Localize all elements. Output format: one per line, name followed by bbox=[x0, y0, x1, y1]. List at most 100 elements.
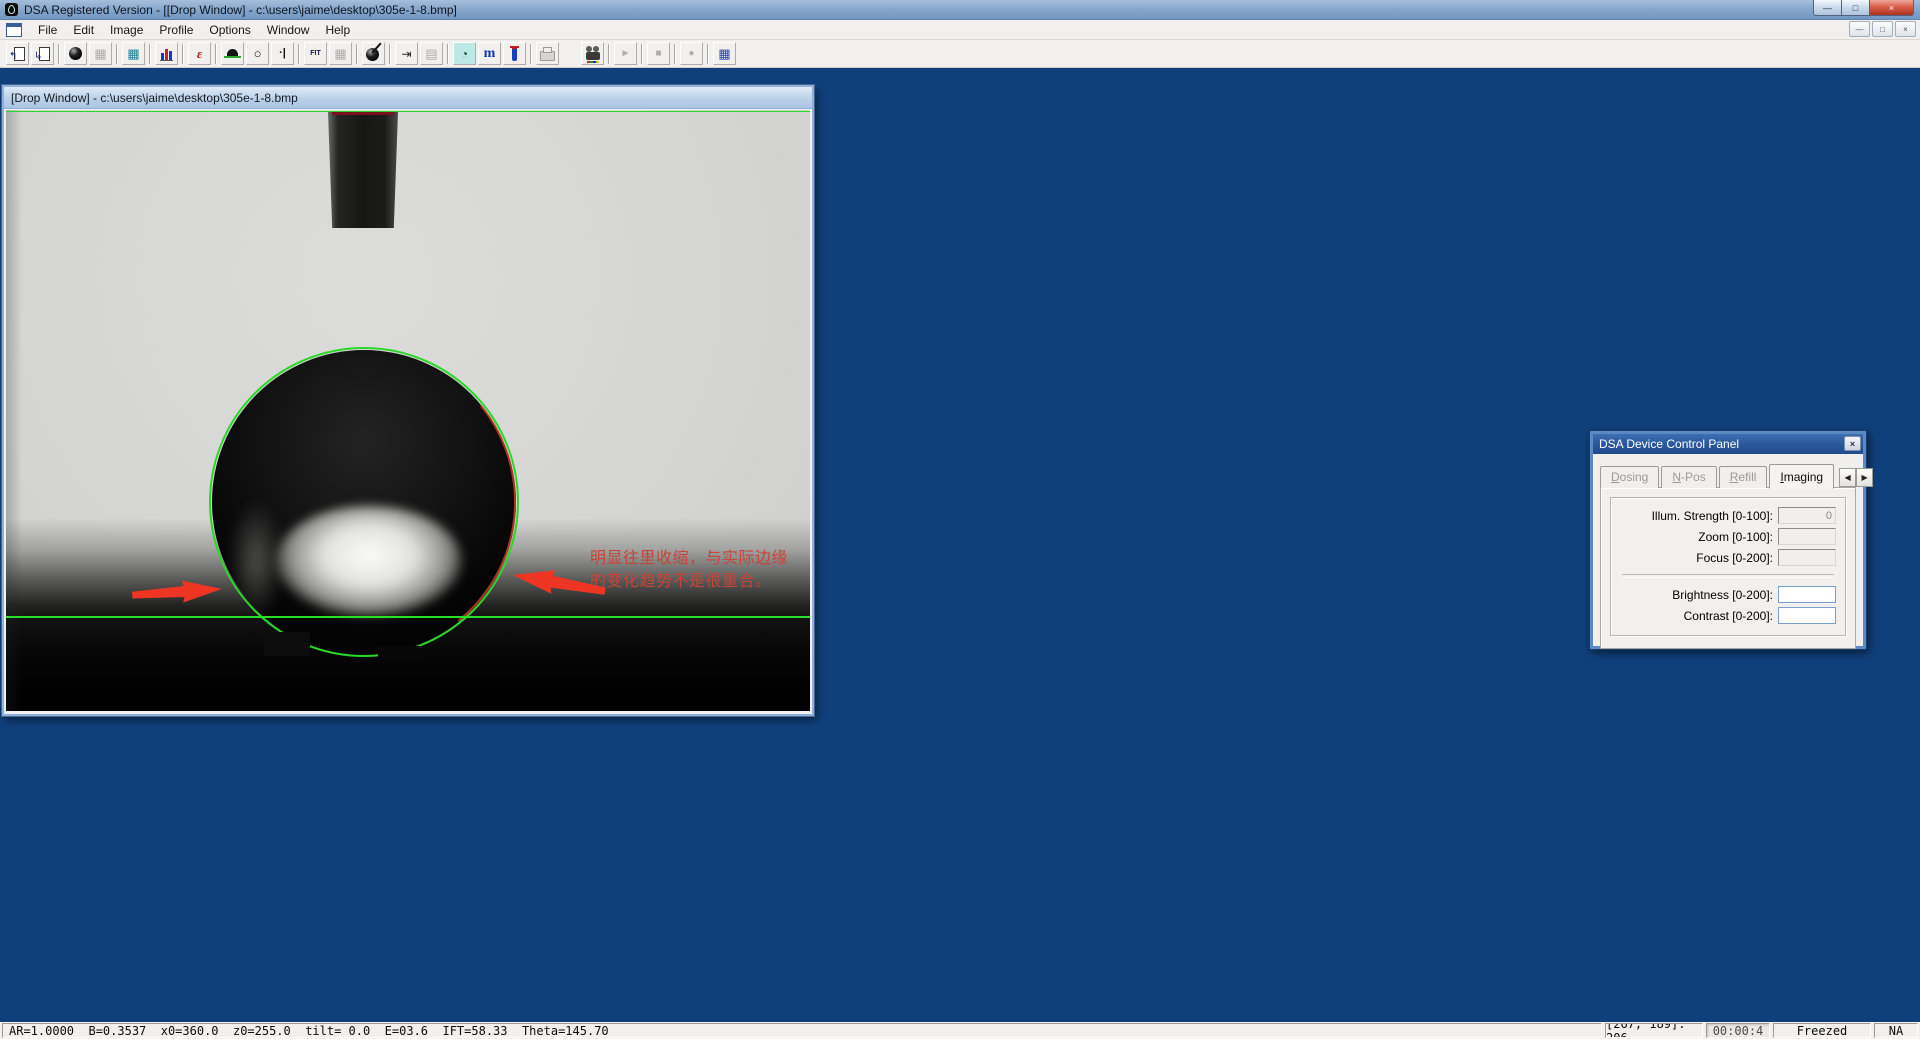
focus-input[interactable] bbox=[1778, 549, 1836, 566]
toolbar-separator bbox=[674, 44, 676, 64]
menu-image[interactable]: Image bbox=[102, 21, 151, 39]
panel-title-bar[interactable]: DSA Device Control Panel × bbox=[1593, 434, 1863, 454]
circle-gap-patch bbox=[378, 646, 422, 660]
focus-label: Focus [0-200]: bbox=[1620, 551, 1773, 565]
tab-scroll-left-button[interactable]: ◀ bbox=[1839, 468, 1856, 487]
sessile-drop-icon bbox=[224, 49, 241, 58]
top-edge-overlay bbox=[6, 111, 810, 112]
mdi-close-icon: × bbox=[1903, 25, 1908, 34]
title-bar[interactable]: DSA Registered Version - [[Drop Window] … bbox=[0, 0, 1920, 20]
zoom-label: Zoom [0-100]: bbox=[1620, 530, 1773, 544]
drop-tangent-button[interactable] bbox=[362, 42, 385, 65]
epsilon-icon: ε bbox=[197, 47, 202, 60]
thermometer-button[interactable] bbox=[503, 42, 526, 65]
menu-edit[interactable]: Edit bbox=[65, 21, 102, 39]
results-table-icon: ▦ bbox=[127, 47, 139, 60]
dsa-application-window: DSA Registered Version - [[Drop Window] … bbox=[0, 0, 1920, 1039]
drop-window-title-bar[interactable]: [Drop Window] - c:\users\jaime\desktop\3… bbox=[4, 87, 812, 109]
menu-help[interactable]: Help bbox=[317, 21, 358, 39]
mdi-client-area: [Drop Window] - c:\users\jaime\desktop\3… bbox=[0, 68, 1920, 1022]
field-row: Focus [0-200]: bbox=[1620, 549, 1836, 566]
panel-close-icon: × bbox=[1850, 439, 1855, 449]
needle-position-button[interactable]: ⇥ bbox=[395, 42, 418, 65]
video-capture-button[interactable] bbox=[581, 42, 604, 65]
magnification-button[interactable]: m bbox=[478, 42, 501, 65]
zoom-input[interactable] bbox=[1778, 528, 1836, 545]
arrow-left-icon: ◀ bbox=[1845, 473, 1851, 482]
stopwatch-icon: ◔ bbox=[461, 48, 468, 60]
fit-image-icon: ▦ bbox=[334, 47, 346, 60]
mdi-minimize-button[interactable]: — bbox=[1849, 21, 1870, 37]
tab-imaging[interactable]: Imaging bbox=[1769, 464, 1834, 489]
tab-n-pos[interactable]: N-Pos bbox=[1661, 466, 1716, 488]
toolbar-separator bbox=[608, 44, 610, 64]
illum-strength-input[interactable] bbox=[1778, 507, 1836, 524]
maximize-icon: □ bbox=[1853, 3, 1858, 13]
film-frames-button[interactable]: ▦ bbox=[713, 42, 736, 65]
bar-chart-icon bbox=[160, 47, 173, 61]
group-separator bbox=[1622, 574, 1834, 578]
print-button[interactable] bbox=[536, 42, 559, 65]
epsilon-analysis-button[interactable]: ε bbox=[188, 42, 211, 65]
mdi-close-button[interactable]: × bbox=[1895, 21, 1916, 37]
panel-close-button[interactable]: × bbox=[1844, 436, 1861, 451]
drop-image[interactable]: 明显往里收缩，与实际边缘 的变化趋势不是很重合。 bbox=[6, 110, 810, 711]
circle-gap-patch bbox=[264, 632, 310, 656]
timer-button[interactable]: ◔ bbox=[453, 42, 476, 65]
record-button[interactable]: ● bbox=[680, 42, 703, 65]
mdi-child-controls: — □ × bbox=[1849, 21, 1916, 37]
toolbar-separator bbox=[356, 44, 358, 64]
tab-scroll-buttons: ◀ ▶ bbox=[1839, 468, 1873, 487]
stop-button[interactable]: ■ bbox=[647, 42, 670, 65]
close-button[interactable]: × bbox=[1869, 0, 1914, 16]
mdi-document-icon[interactable] bbox=[6, 23, 22, 37]
panel-body: Dosing N-Pos Refill Imaging ◀ ▶ Illum. S… bbox=[1593, 454, 1863, 646]
fitted-circle-overlay bbox=[209, 347, 519, 657]
needle-position-icon: ⇥ bbox=[401, 48, 411, 60]
grab-image-button[interactable] bbox=[64, 42, 87, 65]
play-button[interactable]: ► bbox=[614, 42, 637, 65]
tab-dosing[interactable]: Dosing bbox=[1600, 466, 1659, 488]
needle-image bbox=[328, 112, 398, 228]
measurement-results: AR=1.0000 B=0.3537 x0=360.0 z0=255.0 til… bbox=[2, 1023, 1602, 1038]
menu-profile[interactable]: Profile bbox=[151, 21, 201, 39]
field-row: Zoom [0-100]: bbox=[1620, 528, 1836, 545]
maximize-button[interactable]: □ bbox=[1842, 0, 1869, 16]
tangent-fit-button[interactable]: ·| bbox=[271, 42, 294, 65]
window-controls: — □ × bbox=[1813, 0, 1914, 16]
circle-fit-button[interactable]: ○ bbox=[246, 42, 269, 65]
window-title: DSA Registered Version - [[Drop Window] … bbox=[24, 3, 457, 17]
contrast-input[interactable] bbox=[1778, 607, 1836, 624]
left-arrow-annotation bbox=[131, 577, 222, 607]
chart-button[interactable] bbox=[155, 42, 178, 65]
brightness-input[interactable] bbox=[1778, 586, 1836, 603]
results-table-button[interactable]: ▦ bbox=[122, 42, 145, 65]
dosing-pump-button[interactable]: ▤ bbox=[420, 42, 443, 65]
save-profile-button[interactable]: ↳ bbox=[31, 42, 54, 65]
minimize-button[interactable]: — bbox=[1813, 0, 1842, 16]
toolbar: ↰ ↳ ▦ ▦ ε ○ ·| FIT ▦ ⇥ ▤ ◔ m ► ■ ● bbox=[0, 40, 1920, 68]
toolbar-separator bbox=[389, 44, 391, 64]
save-profile-icon: ↳ bbox=[35, 46, 50, 61]
close-icon: × bbox=[1889, 3, 1894, 13]
toolbar-separator bbox=[447, 44, 449, 64]
menu-options[interactable]: Options bbox=[201, 21, 258, 39]
load-profile-icon: ↰ bbox=[10, 46, 25, 61]
tab-scroll-right-button[interactable]: ▶ bbox=[1856, 468, 1873, 487]
extract-profile-button[interactable]: ▦ bbox=[89, 42, 112, 65]
sessile-drop-button[interactable] bbox=[221, 42, 244, 65]
drop-snapshot-icon bbox=[69, 47, 82, 60]
menu-file[interactable]: File bbox=[30, 21, 65, 39]
fit-image-button[interactable]: ▦ bbox=[329, 42, 352, 65]
mdi-minimize-icon: — bbox=[1856, 25, 1864, 34]
mdi-restore-button[interactable]: □ bbox=[1872, 21, 1893, 37]
menu-window[interactable]: Window bbox=[259, 21, 318, 39]
tangent-icon: ·| bbox=[279, 48, 286, 59]
fit-method-button[interactable]: FIT bbox=[304, 42, 327, 65]
toolbar-separator bbox=[149, 44, 151, 64]
panel-tab-strip: Dosing N-Pos Refill Imaging ◀ ▶ bbox=[1600, 464, 1856, 488]
load-profile-button[interactable]: ↰ bbox=[6, 42, 29, 65]
toolbar-separator bbox=[298, 44, 300, 64]
tab-refill[interactable]: Refill bbox=[1719, 466, 1768, 488]
thermometer-icon bbox=[512, 46, 517, 61]
